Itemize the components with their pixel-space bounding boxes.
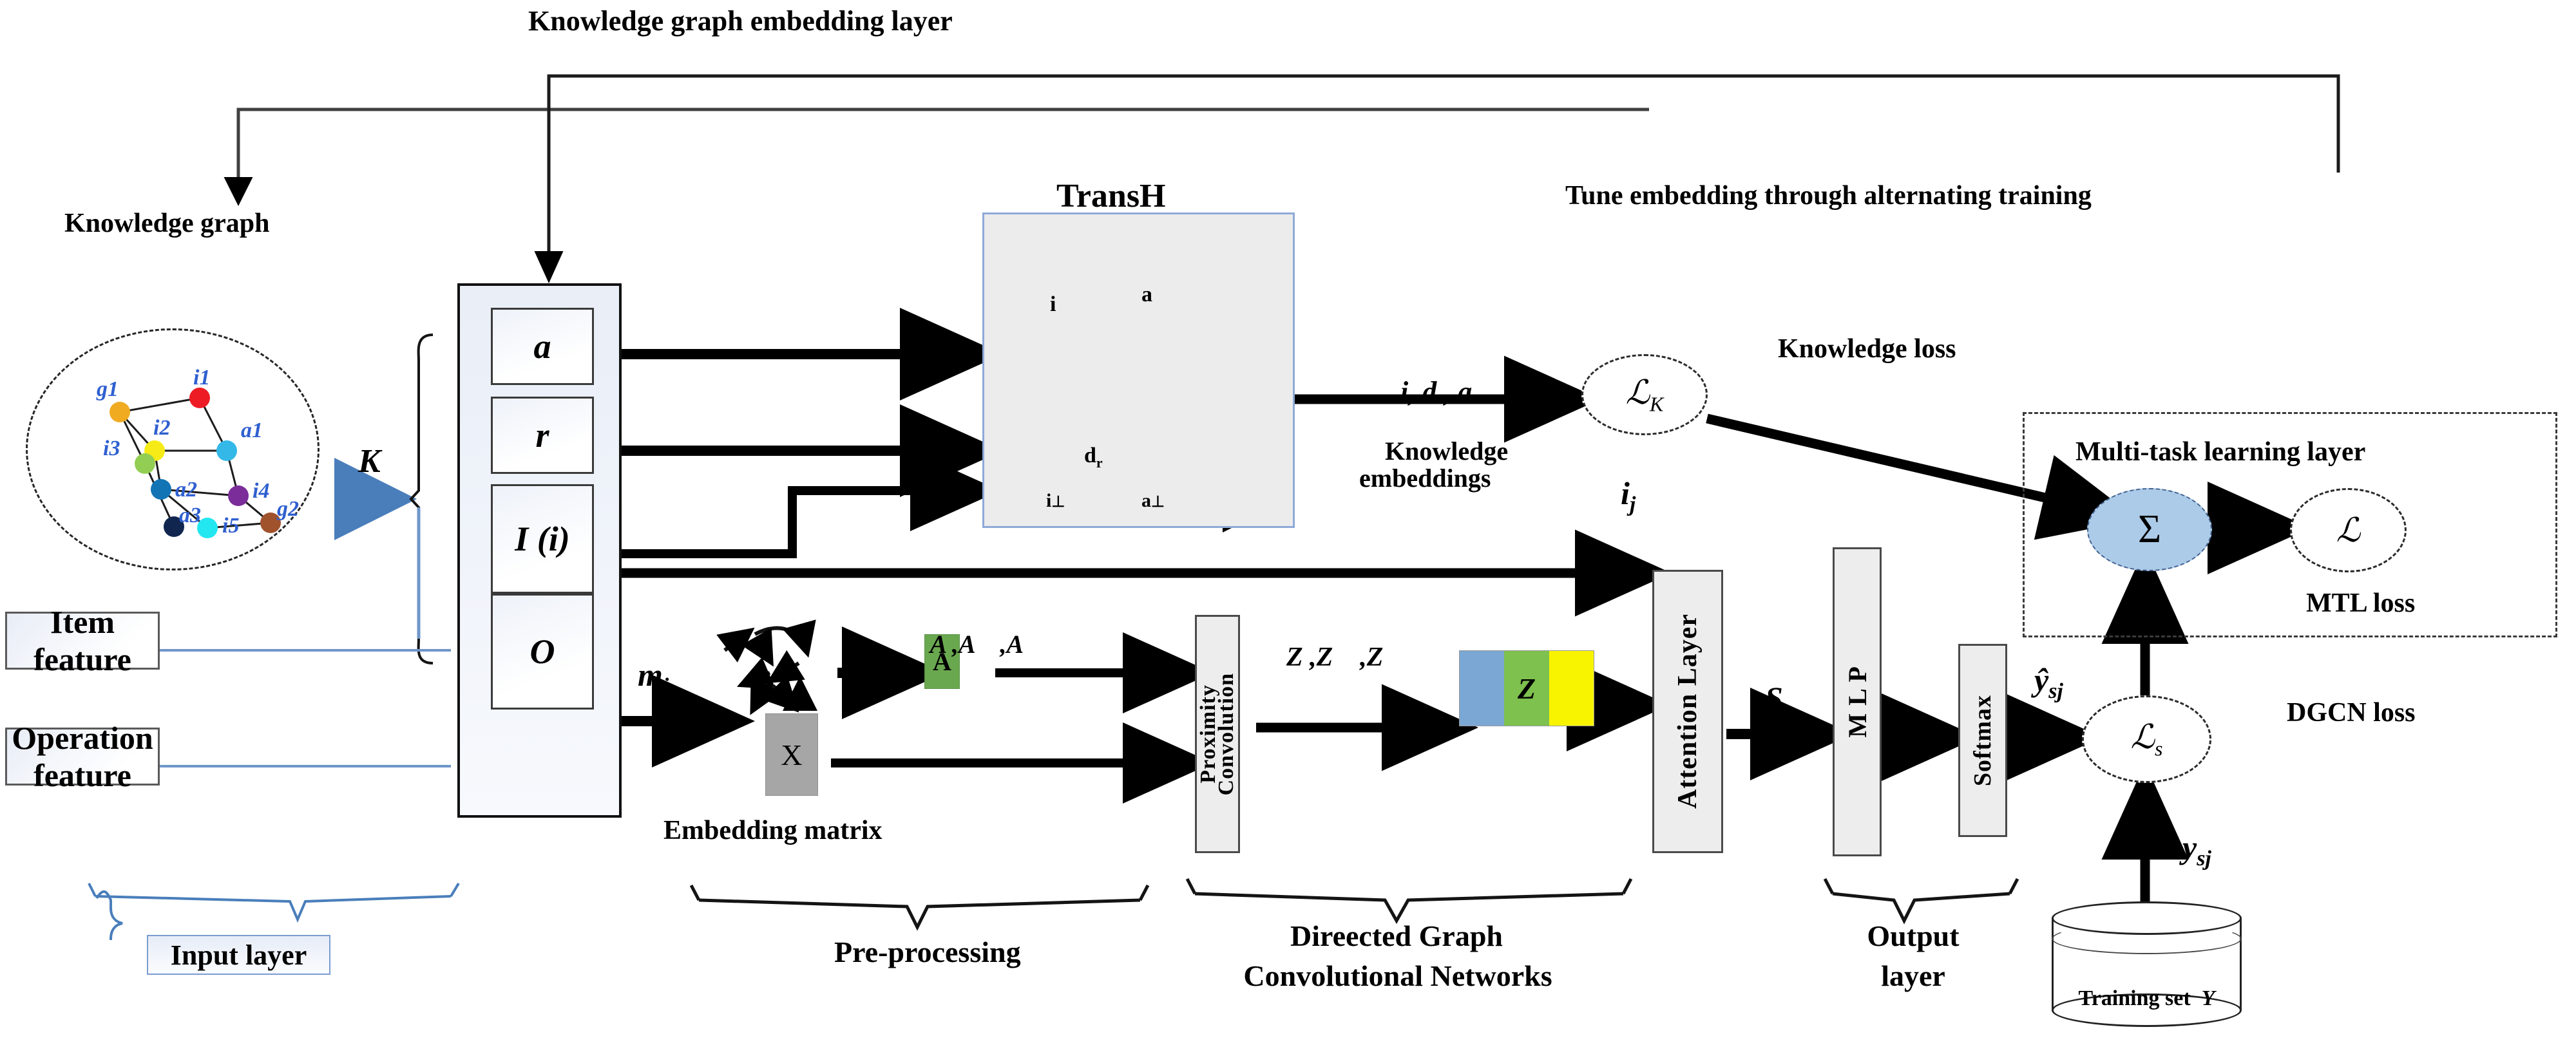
i-j-label: ij bbox=[1621, 475, 1636, 516]
kg-label-a1: a1 bbox=[241, 419, 263, 442]
dgcn-label-line2: Convolutional Networks bbox=[1243, 959, 1552, 992]
training-set-cylinder: Training set Y bbox=[2052, 901, 2242, 1027]
z-segment-yellow bbox=[1549, 651, 1594, 726]
knowledge-graph-title: Knowledge graph bbox=[64, 209, 270, 238]
embedding-matrix-label: Embedding matrix bbox=[663, 816, 883, 845]
mlp-block: M L P bbox=[1833, 547, 1882, 856]
knowledge-loss-node: ℒK bbox=[1581, 354, 1708, 435]
transh-dist-label: dr bbox=[1084, 444, 1103, 471]
output-layer-label-line2: layer bbox=[1881, 959, 1945, 992]
input-cell-r-label: r bbox=[535, 416, 549, 455]
sum-node: Σ bbox=[2087, 488, 2212, 571]
z-segment-blue bbox=[1460, 651, 1505, 726]
architecture-diagram: Knowledge graph embedding layer Knowledg… bbox=[0, 0, 2576, 1054]
sum-symbol: Σ bbox=[2137, 507, 2162, 551]
z-matrices-label: Z ,Z ,Z bbox=[1286, 643, 1384, 673]
feature-matrix-label: X bbox=[781, 738, 803, 771]
attention-layer-label: Attention Layer bbox=[1673, 614, 1703, 809]
kg-label-i1: i1 bbox=[193, 366, 211, 390]
input-cell-a[interactable]: a bbox=[491, 308, 594, 385]
dgcn-label-line1: Direected Graph bbox=[1290, 919, 1503, 952]
kg-node-i3 bbox=[135, 453, 155, 474]
operation-feature-box[interactable]: Operation feature bbox=[5, 720, 160, 793]
input-cell-O[interactable]: O bbox=[491, 594, 594, 710]
item-feature-box[interactable]: Item feature bbox=[5, 604, 160, 677]
knowledge-embeddings-label: Knowledge embeddings bbox=[1359, 437, 1509, 493]
transh-proj-a-label: a⊥ bbox=[1141, 490, 1165, 511]
kg-label-i2: i2 bbox=[153, 416, 171, 440]
y-hat-label: ŷsj bbox=[2034, 662, 2063, 703]
dgcn-loss-symbol: ℒs bbox=[2130, 719, 2163, 760]
knowledge-loss-label: Knowledge loss bbox=[1778, 334, 1956, 364]
softmax-block: Softmax bbox=[1958, 644, 2007, 837]
kg-label-a3: a3 bbox=[179, 503, 201, 527]
a-matrices-label: A ,A ,A bbox=[930, 630, 1024, 659]
cylinder-rim bbox=[2052, 923, 2242, 954]
proximity-convolution-label2: Convolution bbox=[1214, 672, 1238, 796]
kg-node-a1 bbox=[216, 440, 237, 461]
input-cell-a-label: a bbox=[533, 327, 551, 366]
kg-node-i4 bbox=[228, 485, 249, 506]
input-cell-I-i[interactable]: I (i) bbox=[491, 484, 594, 594]
training-set-label: Training set Y bbox=[2078, 986, 2215, 1010]
attention-layer-block: Attention Layer bbox=[1652, 570, 1723, 853]
transh-panel bbox=[982, 212, 1295, 528]
input-cell-O-label: O bbox=[530, 632, 555, 671]
dgcn-loss-node: ℒs bbox=[2082, 695, 2211, 783]
s-label: S bbox=[1765, 680, 1783, 716]
mlp-label: M L P bbox=[1842, 666, 1872, 738]
mtl-loss-node: ℒ bbox=[2290, 488, 2407, 572]
transh-vec-i-label: i bbox=[1050, 292, 1056, 316]
input-layer-legend-label: Input layer bbox=[170, 939, 307, 971]
feature-matrix-block: X bbox=[765, 713, 818, 796]
z-representation-block: Z bbox=[1459, 650, 1594, 726]
operation-feature-label: Operation feature bbox=[12, 720, 153, 793]
kg-label-i4: i4 bbox=[253, 479, 270, 503]
transh-vec-a-label: a bbox=[1141, 283, 1152, 306]
dgcn-loss-label: DGCN loss bbox=[2287, 698, 2416, 728]
knowledge-loss-symbol: ℒK bbox=[1625, 374, 1664, 416]
output-layer-label-line1: Output bbox=[1867, 919, 1960, 952]
z-label: Z bbox=[1518, 672, 1536, 705]
input-cell-r[interactable]: r bbox=[491, 397, 594, 474]
transh-title: TransH bbox=[1056, 178, 1166, 214]
y-sj-label: ysj bbox=[2182, 829, 2211, 870]
kg-node-a2 bbox=[151, 479, 171, 500]
softmax-label: Softmax bbox=[1969, 694, 1996, 787]
z-segment-green: Z bbox=[1504, 651, 1549, 726]
kg-label-i3: i3 bbox=[103, 437, 120, 460]
mtl-loss-symbol: ℒ bbox=[2336, 512, 2361, 549]
kg-label-i5: i5 bbox=[222, 514, 240, 538]
m-i-label: mi bbox=[638, 657, 669, 698]
input-layer-legend: Input layer bbox=[147, 935, 330, 975]
kg-label-g1: g1 bbox=[97, 377, 119, 401]
item-feature-label: Item feature bbox=[33, 604, 131, 677]
pre-processing-label: Pre-processing bbox=[834, 936, 1021, 968]
kg-label-a2: a2 bbox=[175, 478, 197, 502]
kg-embedding-layer-title: Knowledge graph embedding layer bbox=[528, 5, 953, 37]
kg-node-i1 bbox=[189, 388, 210, 408]
proximity-convolution-block: Proximity Convolution bbox=[1195, 615, 1240, 853]
kg-label-g2: g2 bbox=[277, 497, 299, 521]
transh-proj-i-label: i⊥ bbox=[1046, 490, 1065, 511]
k-bracket-label: K bbox=[358, 443, 381, 480]
input-cell-I-i-label: I (i) bbox=[515, 520, 570, 558]
tune-embedding-label: Tune embedding through alternating train… bbox=[1565, 181, 2092, 211]
kg-node-g1 bbox=[110, 402, 130, 422]
